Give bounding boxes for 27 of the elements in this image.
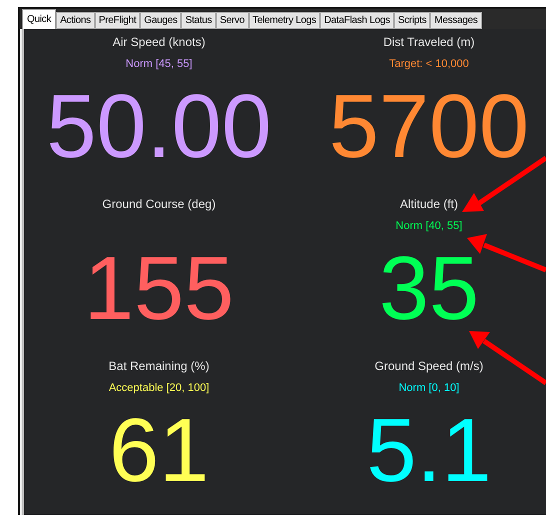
tab[interactable]: Status [181,12,216,29]
range-text: Norm [45, 55] [126,56,192,72]
tab[interactable]: Gauges [140,12,182,29]
readout-value: 155 [84,239,234,339]
readout-label: Ground Speed (m/s) [374,358,484,375]
range-text: Norm [40, 55] [396,218,462,234]
tab[interactable]: DataFlash Logs [320,12,394,29]
tab[interactable]: Scripts [394,12,430,29]
range-text: Acceptable [20, 100] [108,380,210,396]
tab[interactable]: Messages [430,12,482,29]
readout-value: 61 [108,401,210,501]
readout-label: Dist Traveled (m) [383,34,475,51]
readout-value: 5700 [328,77,530,177]
readout-label: Air Speed (knots) [112,34,206,51]
tab[interactable]: Actions [56,12,95,29]
tab[interactable]: PreFlight [94,12,140,29]
readout-label: Altitude (ft) [400,196,458,213]
readout-label: Bat Remaining (%) [108,358,210,375]
tab[interactable]: Servo [216,12,249,29]
readout-value: 5.1 [366,401,492,501]
range-text: Norm [0, 10] [398,380,460,396]
range-text: Target: < 10,000 [389,56,469,72]
readout-value: 35 [378,239,480,339]
tab[interactable]: Telemetry Logs [248,12,320,29]
readout-value: 50.00 [46,77,272,177]
tab[interactable]: Quick [22,9,56,29]
readout-label: Ground Course (deg) [102,196,216,213]
